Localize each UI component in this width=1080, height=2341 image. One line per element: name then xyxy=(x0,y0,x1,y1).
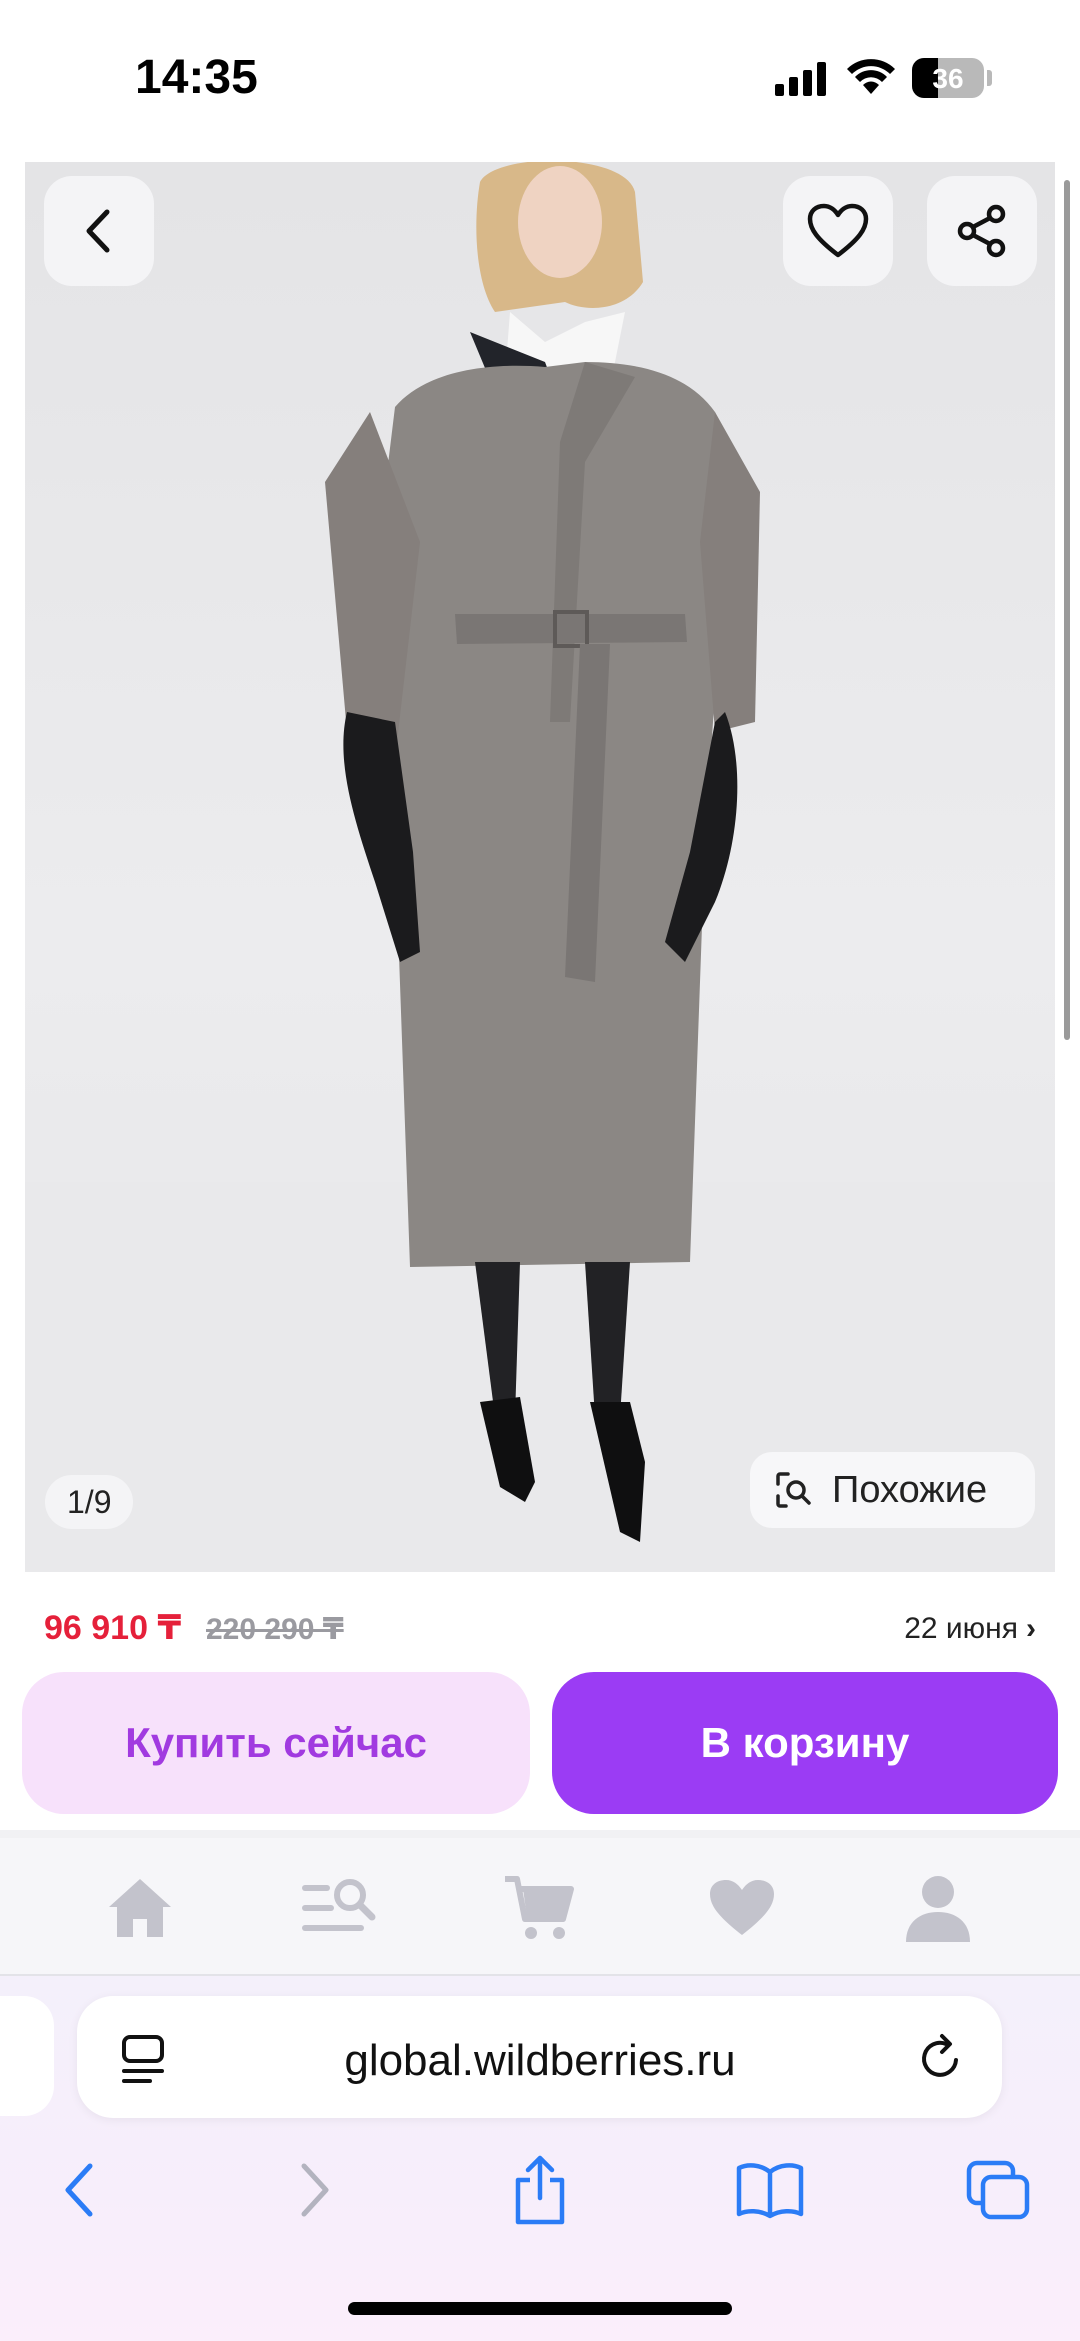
delivery-date-link[interactable]: 22 июня › xyxy=(904,1612,1036,1646)
home-indicator xyxy=(348,2302,732,2315)
product-image[interactable] xyxy=(25,162,1055,1572)
page-scrollbar[interactable] xyxy=(1064,180,1070,1040)
chevron-left-icon xyxy=(86,209,110,253)
browser-tabs-button[interactable] xyxy=(958,2150,1038,2230)
image-counter: 1/9 xyxy=(45,1475,134,1529)
tab-home[interactable] xyxy=(90,1868,190,1948)
battery-level: 36 xyxy=(932,63,964,94)
browser-back-button[interactable] xyxy=(40,2150,120,2230)
tab-profile[interactable] xyxy=(888,1868,988,1948)
chevron-left-icon xyxy=(65,2163,93,2217)
browser-share-button[interactable] xyxy=(500,2150,580,2230)
product-photo-illustration xyxy=(25,162,1055,1572)
similar-button[interactable]: Похожие xyxy=(750,1452,1035,1528)
visual-search-icon xyxy=(776,1472,811,1508)
tab-favorites[interactable] xyxy=(692,1868,792,1948)
favorite-button[interactable] xyxy=(783,176,893,286)
heart-outline-icon xyxy=(807,203,869,258)
status-time: 14:35 xyxy=(135,51,258,104)
share-button[interactable] xyxy=(927,176,1037,286)
catalog-search-icon xyxy=(302,1879,376,1931)
back-button[interactable] xyxy=(44,176,154,286)
tab-catalog[interactable] xyxy=(288,1868,388,1948)
heart-icon xyxy=(710,1880,774,1935)
browser-forward-button[interactable] xyxy=(274,2150,354,2230)
battery-icon: 36 xyxy=(912,58,984,98)
profile-icon xyxy=(906,1876,970,1942)
old-price: 220 290 ₸ xyxy=(206,1613,344,1646)
status-bar: 14:35 36 xyxy=(0,0,1080,160)
reload-icon[interactable] xyxy=(916,2030,966,2086)
cart-icon xyxy=(505,1876,574,1939)
share-upload-icon xyxy=(515,2155,565,2225)
tabs-icon xyxy=(966,2160,1030,2220)
current-price: 96 910 ₸ xyxy=(44,1609,182,1647)
add-to-cart-button[interactable]: В корзину xyxy=(552,1672,1058,1814)
chevron-right-icon xyxy=(301,2163,329,2217)
home-icon xyxy=(109,1879,171,1937)
cellular-signal-icon xyxy=(775,62,826,96)
similar-label: Похожие xyxy=(832,1468,988,1511)
chevron-right-icon: › xyxy=(1026,1612,1036,1645)
share-icon xyxy=(957,204,1006,258)
book-icon xyxy=(736,2163,804,2219)
buy-now-button[interactable]: Купить сейчас xyxy=(22,1672,530,1814)
wifi-icon xyxy=(847,59,895,94)
browser-bookmarks-button[interactable] xyxy=(730,2150,810,2230)
tab-cart[interactable] xyxy=(490,1868,590,1948)
delivery-date: 22 июня xyxy=(904,1612,1018,1645)
